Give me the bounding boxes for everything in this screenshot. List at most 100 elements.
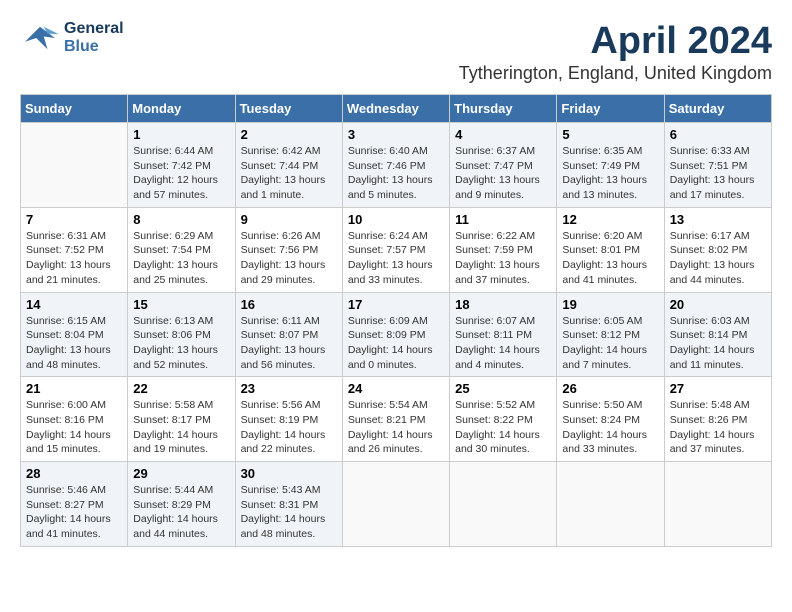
page-header: General Blue April 2024 Tytherington, En… (20, 20, 772, 84)
calendar-cell: 26 Sunrise: 5:50 AMSunset: 8:24 PMDayligh… (557, 377, 664, 462)
calendar-cell: 19 Sunrise: 6:05 AMSunset: 8:12 PMDayligh… (557, 292, 664, 377)
day-number: 28 (26, 466, 122, 481)
logo-icon (20, 23, 60, 53)
calendar-table: SundayMondayTuesdayWednesdayThursdayFrid… (20, 94, 772, 547)
calendar-cell: 28 Sunrise: 5:46 AMSunset: 8:27 PMDayligh… (21, 462, 128, 547)
day-detail: Sunrise: 6:09 AMSunset: 8:09 PMDaylight:… (348, 314, 444, 373)
calendar-cell: 24 Sunrise: 5:54 AMSunset: 8:21 PMDayligh… (342, 377, 449, 462)
calendar-cell: 27 Sunrise: 5:48 AMSunset: 8:26 PMDayligh… (664, 377, 771, 462)
calendar-cell: 15Sunrise: 6:13 AMSunset: 8:06 PMDayligh… (128, 292, 235, 377)
weekday-header-sunday: Sunday (21, 95, 128, 123)
day-number: 7 (26, 212, 122, 227)
day-number: 18 (455, 297, 551, 312)
weekday-header-thursday: Thursday (450, 95, 557, 123)
day-number: 2 (241, 127, 337, 142)
day-detail: Sunrise: 6:03 AMSunset: 8:14 PMDaylight:… (670, 314, 766, 373)
day-number: 25 (455, 381, 551, 396)
day-detail: Sunrise: 6:40 AMSunset: 7:46 PMDaylight:… (348, 144, 444, 203)
calendar-cell: 18Sunrise: 6:07 AMSunset: 8:11 PMDayligh… (450, 292, 557, 377)
calendar-cell: 7 Sunrise: 6:31 AMSunset: 7:52 PMDaylight… (21, 207, 128, 292)
calendar-cell: 17 Sunrise: 6:09 AMSunset: 8:09 PMDayligh… (342, 292, 449, 377)
day-detail: Sunrise: 5:46 AMSunset: 8:27 PMDaylight:… (26, 483, 122, 542)
weekday-header-monday: Monday (128, 95, 235, 123)
day-number: 4 (455, 127, 551, 142)
day-number: 1 (133, 127, 229, 142)
calendar-cell: 12 Sunrise: 6:20 AMSunset: 8:01 PMDayligh… (557, 207, 664, 292)
weekday-header-friday: Friday (557, 95, 664, 123)
day-number: 10 (348, 212, 444, 227)
calendar-cell: 21 Sunrise: 6:00 AMSunset: 8:16 PMDayligh… (21, 377, 128, 462)
calendar-cell: 29 Sunrise: 5:44 AMSunset: 8:29 PMDayligh… (128, 462, 235, 547)
day-number: 22 (133, 381, 229, 396)
day-detail: Sunrise: 6:31 AMSunset: 7:52 PMDaylight:… (26, 229, 122, 288)
calendar-cell (342, 462, 449, 547)
calendar-cell (450, 462, 557, 547)
day-number: 30 (241, 466, 337, 481)
day-detail: Sunrise: 6:22 AMSunset: 7:59 PMDaylight:… (455, 229, 551, 288)
logo: General Blue (20, 20, 124, 56)
location-subtitle: Tytherington, England, United Kingdom (459, 63, 772, 84)
month-year-title: April 2024 (459, 20, 772, 63)
calendar-week-row: 21 Sunrise: 6:00 AMSunset: 8:16 PMDayligh… (21, 377, 772, 462)
calendar-cell: 3 Sunrise: 6:40 AMSunset: 7:46 PMDaylight… (342, 123, 449, 208)
calendar-cell: 4 Sunrise: 6:37 AMSunset: 7:47 PMDaylight… (450, 123, 557, 208)
day-number: 26 (562, 381, 658, 396)
day-number: 9 (241, 212, 337, 227)
calendar-cell: 13Sunrise: 6:17 AMSunset: 8:02 PMDayligh… (664, 207, 771, 292)
calendar-cell: 1Sunrise: 6:44 AMSunset: 7:42 PMDaylight… (128, 123, 235, 208)
day-number: 16 (241, 297, 337, 312)
calendar-cell: 9 Sunrise: 6:26 AMSunset: 7:56 PMDaylight… (235, 207, 342, 292)
calendar-cell: 22Sunrise: 5:58 AMSunset: 8:17 PMDayligh… (128, 377, 235, 462)
calendar-cell: 23 Sunrise: 5:56 AMSunset: 8:19 PMDayligh… (235, 377, 342, 462)
day-detail: Sunrise: 5:54 AMSunset: 8:21 PMDaylight:… (348, 398, 444, 457)
day-detail: Sunrise: 5:52 AMSunset: 8:22 PMDaylight:… (455, 398, 551, 457)
day-detail: Sunrise: 6:42 AMSunset: 7:44 PMDaylight:… (241, 144, 337, 203)
calendar-cell: 8Sunrise: 6:29 AMSunset: 7:54 PMDaylight… (128, 207, 235, 292)
calendar-cell: 16 Sunrise: 6:11 AMSunset: 8:07 PMDayligh… (235, 292, 342, 377)
weekday-header-saturday: Saturday (664, 95, 771, 123)
calendar-cell: 25 Sunrise: 5:52 AMSunset: 8:22 PMDayligh… (450, 377, 557, 462)
calendar-header-row: SundayMondayTuesdayWednesdayThursdayFrid… (21, 95, 772, 123)
day-number: 20 (670, 297, 766, 312)
day-number: 21 (26, 381, 122, 396)
day-detail: Sunrise: 6:15 AMSunset: 8:04 PMDaylight:… (26, 314, 122, 373)
title-area: April 2024 Tytherington, England, United… (459, 20, 772, 84)
day-number: 12 (562, 212, 658, 227)
calendar-cell: 14 Sunrise: 6:15 AMSunset: 8:04 PMDayligh… (21, 292, 128, 377)
day-number: 24 (348, 381, 444, 396)
calendar-cell: 11 Sunrise: 6:22 AMSunset: 7:59 PMDayligh… (450, 207, 557, 292)
day-number: 14 (26, 297, 122, 312)
calendar-week-row: 28 Sunrise: 5:46 AMSunset: 8:27 PMDayligh… (21, 462, 772, 547)
day-detail: Sunrise: 5:48 AMSunset: 8:26 PMDaylight:… (670, 398, 766, 457)
day-number: 3 (348, 127, 444, 142)
day-detail: Sunrise: 6:05 AMSunset: 8:12 PMDaylight:… (562, 314, 658, 373)
day-detail: Sunrise: 6:00 AMSunset: 8:16 PMDaylight:… (26, 398, 122, 457)
day-detail: Sunrise: 6:37 AMSunset: 7:47 PMDaylight:… (455, 144, 551, 203)
day-detail: Sunrise: 5:50 AMSunset: 8:24 PMDaylight:… (562, 398, 658, 457)
day-detail: Sunrise: 6:33 AMSunset: 7:51 PMDaylight:… (670, 144, 766, 203)
day-number: 29 (133, 466, 229, 481)
day-detail: Sunrise: 5:44 AMSunset: 8:29 PMDaylight:… (133, 483, 229, 542)
weekday-header-wednesday: Wednesday (342, 95, 449, 123)
day-number: 23 (241, 381, 337, 396)
day-detail: Sunrise: 5:43 AMSunset: 8:31 PMDaylight:… (241, 483, 337, 542)
calendar-week-row: 1Sunrise: 6:44 AMSunset: 7:42 PMDaylight… (21, 123, 772, 208)
day-detail: Sunrise: 5:56 AMSunset: 8:19 PMDaylight:… (241, 398, 337, 457)
calendar-cell: 6 Sunrise: 6:33 AMSunset: 7:51 PMDaylight… (664, 123, 771, 208)
day-detail: Sunrise: 6:26 AMSunset: 7:56 PMDaylight:… (241, 229, 337, 288)
calendar-cell (557, 462, 664, 547)
day-number: 27 (670, 381, 766, 396)
day-number: 6 (670, 127, 766, 142)
calendar-cell (664, 462, 771, 547)
day-number: 11 (455, 212, 551, 227)
day-detail: Sunrise: 6:20 AMSunset: 8:01 PMDaylight:… (562, 229, 658, 288)
day-number: 17 (348, 297, 444, 312)
calendar-week-row: 7 Sunrise: 6:31 AMSunset: 7:52 PMDaylight… (21, 207, 772, 292)
day-detail: Sunrise: 6:11 AMSunset: 8:07 PMDaylight:… (241, 314, 337, 373)
day-detail: Sunrise: 6:29 AMSunset: 7:54 PMDaylight:… (133, 229, 229, 288)
logo-text: General Blue (64, 20, 124, 56)
day-detail: Sunrise: 6:17 AMSunset: 8:02 PMDaylight:… (670, 229, 766, 288)
day-number: 19 (562, 297, 658, 312)
calendar-cell (21, 123, 128, 208)
day-number: 5 (562, 127, 658, 142)
